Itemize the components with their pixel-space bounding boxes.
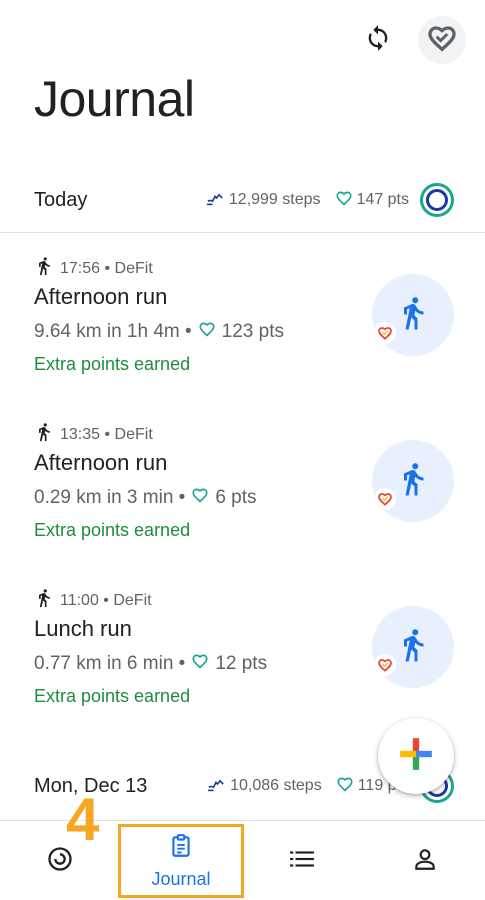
steps-count: 10,086 steps [230,777,322,794]
running-icon [34,256,54,281]
list-icon [289,848,315,875]
day-header-today: Today 12,999 steps 147 pts [0,178,485,222]
activity-entry[interactable]: 11:00 • DeFit Lunch run 0.77 km in 6 min… [0,588,485,738]
entry-time-source: 17:56 • DeFit [60,259,153,277]
entry-time-source: 11:00 • DeFit [60,591,152,609]
entry-time-source: 13:35 • DeFit [60,425,153,443]
goal-ring[interactable] [420,183,454,217]
activity-entry[interactable]: 17:56 • DeFit Afternoon run 9.64 km in 1… [0,256,485,406]
running-icon [34,422,54,447]
annotation-step-number: 4 [66,786,100,853]
nav-journal[interactable]: Journal [118,824,244,898]
plus-icon [397,735,435,778]
running-icon [395,627,431,668]
entry-detail: 0.29 km in 3 min • 6 pts [34,486,257,510]
clipboard-icon [168,832,194,865]
entry-distance-duration: 9.64 km in 1h 4m • [34,321,192,342]
heart-badge-icon [374,654,396,676]
extra-points-label: Extra points earned [34,354,191,374]
steps-icon [205,190,225,211]
steps-icon [206,776,226,797]
nav-profile[interactable] [395,821,455,900]
heart-points-icon [336,775,354,798]
heart-badge-icon [374,488,396,510]
running-icon [395,295,431,336]
extra-points-label: Extra points earned [34,686,191,706]
activity-entry[interactable]: 13:35 • DeFit Afternoon run 0.29 km in 3… [0,422,485,572]
heart-points-icon [191,486,209,510]
entry-distance-duration: 0.77 km in 6 min • [34,653,186,674]
day-summary: 10,086 steps 119 pts [206,775,409,798]
heart-points-icon [426,22,458,59]
divider [0,232,485,233]
heart-points-button[interactable] [418,16,466,64]
extra-points-label: Extra points earned [34,520,191,540]
nav-journal-label: Journal [151,869,211,889]
entry-detail: 9.64 km in 1h 4m • 123 pts [34,320,284,344]
add-activity-button[interactable] [378,718,454,794]
entry-points: 123 pts [221,321,284,342]
heart-badge-icon [374,322,396,344]
entry-detail: 0.77 km in 6 min • 12 pts [34,652,267,676]
sync-button[interactable] [360,22,396,58]
entry-meta: 13:35 • DeFit [34,422,153,447]
steps-count: 12,999 steps [228,191,321,208]
entry-distance-duration: 0.29 km in 3 min • [34,487,186,508]
entry-meta: 11:00 • DeFit [34,588,152,613]
running-icon [395,461,431,502]
day-summary: 12,999 steps 147 pts [205,189,409,212]
top-bar [0,0,485,80]
entry-title: Lunch run [34,616,132,641]
profile-icon [412,846,438,877]
heart-points-icon [198,320,216,344]
heart-points-icon [191,652,209,676]
sync-icon [364,24,392,57]
points-count: 147 pts [356,191,409,208]
running-icon [34,588,54,613]
entry-points: 12 pts [215,653,268,674]
entry-title: Afternoon run [34,450,168,475]
day-label: Today [34,188,88,211]
heart-points-icon [335,189,353,212]
page-title: Journal [34,71,195,127]
entry-meta: 17:56 • DeFit [34,256,153,281]
entry-points: 6 pts [215,487,257,508]
entry-title: Afternoon run [34,284,168,309]
nav-browse[interactable] [272,821,332,900]
